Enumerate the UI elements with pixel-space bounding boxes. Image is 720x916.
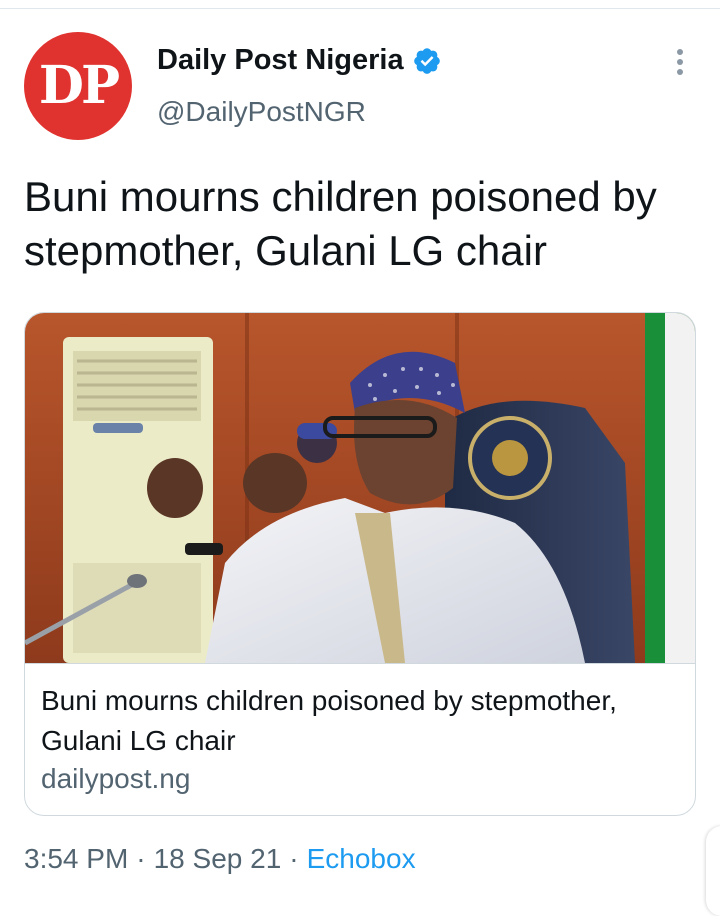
avatar[interactable]: DP <box>24 32 132 140</box>
tweet-time[interactable]: 3:54 PM <box>24 843 128 875</box>
card-image[interactable] <box>25 313 695 663</box>
tweet-text: Buni mourns children poisoned by stepmot… <box>24 173 657 274</box>
card-domain[interactable]: dailypost.ng <box>41 763 190 795</box>
meta-separator: · <box>136 843 146 874</box>
author-name-row[interactable]: Daily Post Nigeria <box>157 44 442 77</box>
verified-badge-icon <box>412 46 442 76</box>
tweet-meta: 3:54 PM · 18 Sep 21 · Echobox <box>24 843 416 875</box>
more-vertical-icon <box>675 47 685 82</box>
tweet[interactable]: DP Daily Post Nigeria @DailyPostNGR Buni… <box>0 0 720 916</box>
meta-separator: · <box>289 843 299 874</box>
tweet-date[interactable]: 18 Sep 21 <box>154 843 282 875</box>
author-name[interactable]: Daily Post Nigeria <box>157 44 404 77</box>
link-card[interactable]: Buni mourns children poisoned by stepmot… <box>24 312 696 816</box>
tweet-source-link[interactable]: Echobox <box>307 843 416 875</box>
author-handle[interactable]: @DailyPostNGR <box>157 96 366 128</box>
card-divider <box>25 663 695 664</box>
more-options-button[interactable] <box>660 44 700 84</box>
card-title[interactable]: Buni mourns children poisoned by stepmot… <box>41 681 681 761</box>
avatar-logo-text: DP <box>38 55 120 116</box>
